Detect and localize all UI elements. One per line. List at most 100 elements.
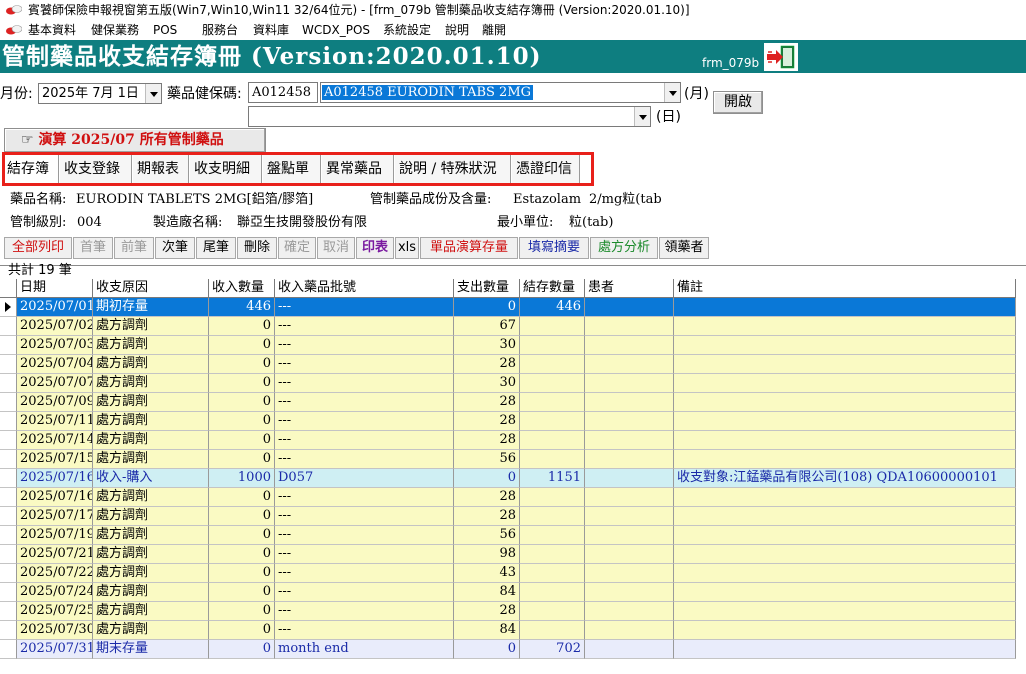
row-indicator[interactable] [0, 564, 17, 583]
cell-patient[interactable] [585, 393, 674, 412]
table-row[interactable]: 2025/07/04 處方調劑 0 --- 28 [0, 355, 1016, 374]
prescription-analysis-button[interactable]: 處方分析 [590, 237, 658, 259]
cell-date[interactable]: 2025/07/14 [17, 431, 93, 450]
open-button[interactable]: 開啟 [713, 91, 763, 114]
cell-in-qty[interactable]: 0 [209, 583, 275, 602]
cell-note[interactable] [674, 374, 1016, 393]
cell-balance[interactable] [520, 583, 585, 602]
row-indicator[interactable] [0, 507, 17, 526]
cell-reason[interactable]: 處方調劑 [93, 431, 209, 450]
cell-patient[interactable] [585, 450, 674, 469]
table-row[interactable]: 2025/07/19 處方調劑 0 --- 56 [0, 526, 1016, 545]
table-row[interactable]: 2025/07/16 收入-購入 1000 D057 0 1151 收支對象:江錳藥品有限公… [0, 469, 1016, 488]
cell-batch[interactable]: --- [275, 298, 454, 317]
cell-note[interactable] [674, 621, 1016, 640]
table-row[interactable]: 2025/07/17 處方調劑 0 --- 28 [0, 507, 1016, 526]
cell-reason[interactable]: 處方調劑 [93, 355, 209, 374]
table-row[interactable]: 2025/07/30 處方調劑 0 --- 84 [0, 621, 1016, 640]
first-record-button[interactable]: 首筆 [73, 237, 113, 259]
row-indicator[interactable] [0, 545, 17, 564]
drug-code-input[interactable]: A012458 [248, 82, 318, 103]
cell-patient[interactable] [585, 564, 674, 583]
row-indicator[interactable] [0, 393, 17, 412]
cell-note[interactable] [674, 317, 1016, 336]
column-header-note[interactable]: 備註 [674, 279, 1016, 298]
cell-balance[interactable] [520, 393, 585, 412]
cell-batch[interactable]: --- [275, 488, 454, 507]
cell-out-qty[interactable]: 28 [454, 393, 520, 412]
cell-in-qty[interactable]: 0 [209, 545, 275, 564]
row-indicator[interactable] [0, 621, 17, 640]
cell-note[interactable] [674, 583, 1016, 602]
cell-date[interactable]: 2025/07/25 [17, 602, 93, 621]
cell-reason[interactable]: 處方調劑 [93, 412, 209, 431]
cell-balance[interactable]: 446 [520, 298, 585, 317]
cell-note[interactable] [674, 602, 1016, 621]
row-indicator[interactable] [0, 317, 17, 336]
cell-out-qty[interactable]: 30 [454, 336, 520, 355]
cell-in-qty[interactable]: 0 [209, 355, 275, 374]
cell-in-qty[interactable]: 0 [209, 507, 275, 526]
cell-out-qty[interactable]: 56 [454, 450, 520, 469]
row-indicator[interactable] [0, 488, 17, 507]
cell-out-qty[interactable]: 0 [454, 640, 520, 659]
row-indicator[interactable] [0, 298, 17, 317]
cell-date[interactable]: 2025/07/11 [17, 412, 93, 431]
cell-out-qty[interactable]: 84 [454, 583, 520, 602]
cell-in-qty[interactable]: 0 [209, 412, 275, 431]
cell-out-qty[interactable]: 30 [454, 374, 520, 393]
cell-patient[interactable] [585, 640, 674, 659]
cell-patient[interactable] [585, 507, 674, 526]
chevron-down-icon[interactable] [664, 83, 680, 102]
cell-reason[interactable]: 期末存量 [93, 640, 209, 659]
menu-help[interactable]: 說明 [445, 20, 469, 40]
cell-out-qty[interactable]: 28 [454, 412, 520, 431]
cell-out-qty[interactable]: 28 [454, 507, 520, 526]
cell-date[interactable]: 2025/07/16 [17, 488, 93, 507]
cell-in-qty[interactable]: 1000 [209, 469, 275, 488]
cell-date[interactable]: 2025/07/17 [17, 507, 93, 526]
cell-balance[interactable] [520, 488, 585, 507]
cell-batch[interactable]: --- [275, 602, 454, 621]
cell-in-qty[interactable]: 0 [209, 621, 275, 640]
cell-batch[interactable]: --- [275, 583, 454, 602]
cell-batch[interactable]: --- [275, 412, 454, 431]
delete-button[interactable]: 刪除 [237, 237, 277, 259]
table-row[interactable]: 2025/07/25 處方調劑 0 --- 28 [0, 602, 1016, 621]
table-row[interactable]: 2025/07/02 處方調劑 0 --- 67 [0, 317, 1016, 336]
table-row[interactable]: 2025/07/16 處方調劑 0 --- 28 [0, 488, 1016, 507]
cell-out-qty[interactable]: 0 [454, 298, 520, 317]
cell-date[interactable]: 2025/07/04 [17, 355, 93, 374]
cell-batch[interactable]: month end [275, 640, 454, 659]
cell-date[interactable]: 2025/07/16 [17, 469, 93, 488]
cell-out-qty[interactable]: 43 [454, 564, 520, 583]
cell-patient[interactable] [585, 336, 674, 355]
month-select[interactable]: 2025年 7月 1日 [38, 83, 162, 104]
cell-batch[interactable]: --- [275, 526, 454, 545]
cell-patient[interactable] [585, 621, 674, 640]
menu-system-settings[interactable]: 系統設定 [383, 20, 431, 40]
cell-balance[interactable] [520, 374, 585, 393]
cell-out-qty[interactable]: 0 [454, 469, 520, 488]
table-row[interactable]: 2025/07/07 處方調劑 0 --- 30 [0, 374, 1016, 393]
cell-batch[interactable]: --- [275, 355, 454, 374]
column-header-patient[interactable]: 患者 [585, 279, 674, 298]
cell-note[interactable] [674, 412, 1016, 431]
calculate-all-button[interactable]: ☞ 演算 2025/07 所有管制藥品 [4, 128, 266, 153]
cell-patient[interactable] [585, 488, 674, 507]
cell-batch[interactable]: --- [275, 336, 454, 355]
cell-balance[interactable] [520, 621, 585, 640]
cell-in-qty[interactable]: 0 [209, 526, 275, 545]
chevron-down-icon[interactable] [145, 84, 161, 103]
row-indicator[interactable] [0, 355, 17, 374]
cell-patient[interactable] [585, 412, 674, 431]
cell-note[interactable] [674, 545, 1016, 564]
row-indicator[interactable] [0, 374, 17, 393]
cell-note[interactable] [674, 564, 1016, 583]
cell-batch[interactable]: D057 [275, 469, 454, 488]
cell-reason[interactable]: 處方調劑 [93, 507, 209, 526]
cell-reason[interactable]: 處方調劑 [93, 621, 209, 640]
cell-out-qty[interactable]: 28 [454, 602, 520, 621]
cell-note[interactable] [674, 393, 1016, 412]
cell-batch[interactable]: --- [275, 431, 454, 450]
